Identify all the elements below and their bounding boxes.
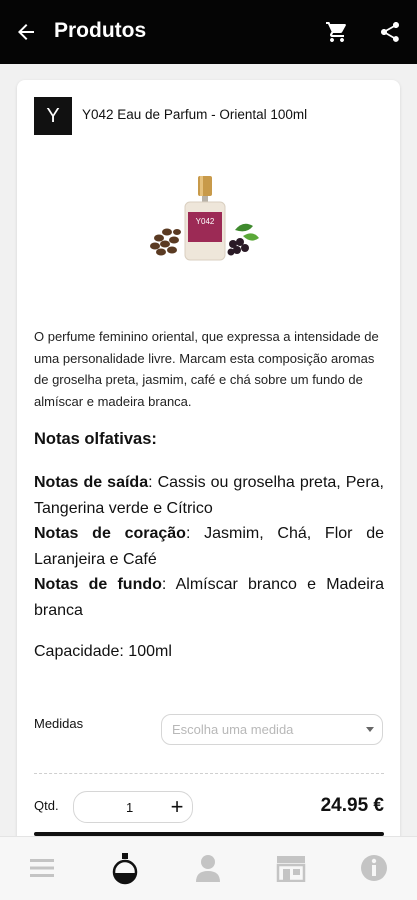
notes-title: Notas olfativas: bbox=[34, 430, 157, 448]
chevron-down-icon bbox=[366, 727, 374, 732]
brand-logo: Y bbox=[34, 97, 72, 135]
arrow-left-icon[interactable] bbox=[14, 20, 38, 44]
product-name: Y042 Eau de Parfum - Oriental 100ml bbox=[82, 107, 308, 122]
page-title: Produtos bbox=[54, 19, 147, 42]
menu-icon[interactable] bbox=[25, 851, 59, 885]
notes-top: Notas de saída: Cassis ou groselha preta… bbox=[34, 470, 384, 521]
bottle-label: Y042 bbox=[196, 217, 215, 226]
quantity-value[interactable]: 1 bbox=[126, 800, 133, 815]
notes-heart-label: Notas de coração bbox=[34, 525, 186, 542]
store-icon[interactable] bbox=[274, 851, 308, 885]
medidas-label: Medidas bbox=[34, 716, 84, 731]
notes-top-label: Notas de saída bbox=[34, 474, 149, 491]
user-icon[interactable] bbox=[191, 851, 225, 885]
notes-heart: Notas de coração: Jasmim, Chá, Flor de L… bbox=[34, 521, 384, 572]
quantity-label: Qtd. bbox=[34, 798, 59, 813]
product-description: O perfume feminino oriental, que express… bbox=[34, 329, 379, 409]
notes-base: Notas de fundo: Almíscar branco e Madeir… bbox=[34, 572, 384, 623]
price: 24.95 € bbox=[320, 795, 384, 816]
info-icon[interactable] bbox=[357, 851, 391, 885]
quantity-stepper[interactable]: 1 + bbox=[73, 791, 193, 823]
app-bar: Produtos bbox=[0, 0, 417, 64]
capacity: Capacidade: 100ml bbox=[34, 643, 172, 660]
brand-logo-text: Y bbox=[46, 104, 60, 127]
perfume-icon[interactable] bbox=[108, 851, 142, 885]
medidas-select[interactable]: Escolha uma medida bbox=[161, 714, 383, 745]
notes-base-label: Notas de fundo bbox=[34, 576, 162, 593]
product-card: Y Y042 Eau de Parfum - Oriental 100ml Y0… bbox=[17, 80, 400, 860]
divider bbox=[34, 773, 384, 774]
plus-icon[interactable]: + bbox=[166, 795, 188, 819]
cart-icon[interactable] bbox=[325, 20, 349, 44]
share-icon[interactable] bbox=[378, 20, 402, 44]
medidas-placeholder: Escolha uma medida bbox=[172, 722, 294, 737]
bottom-nav bbox=[0, 836, 417, 900]
product-image: Y042 bbox=[150, 176, 259, 261]
olfactory-notes: Notas de saída: Cassis ou groselha preta… bbox=[34, 470, 384, 623]
